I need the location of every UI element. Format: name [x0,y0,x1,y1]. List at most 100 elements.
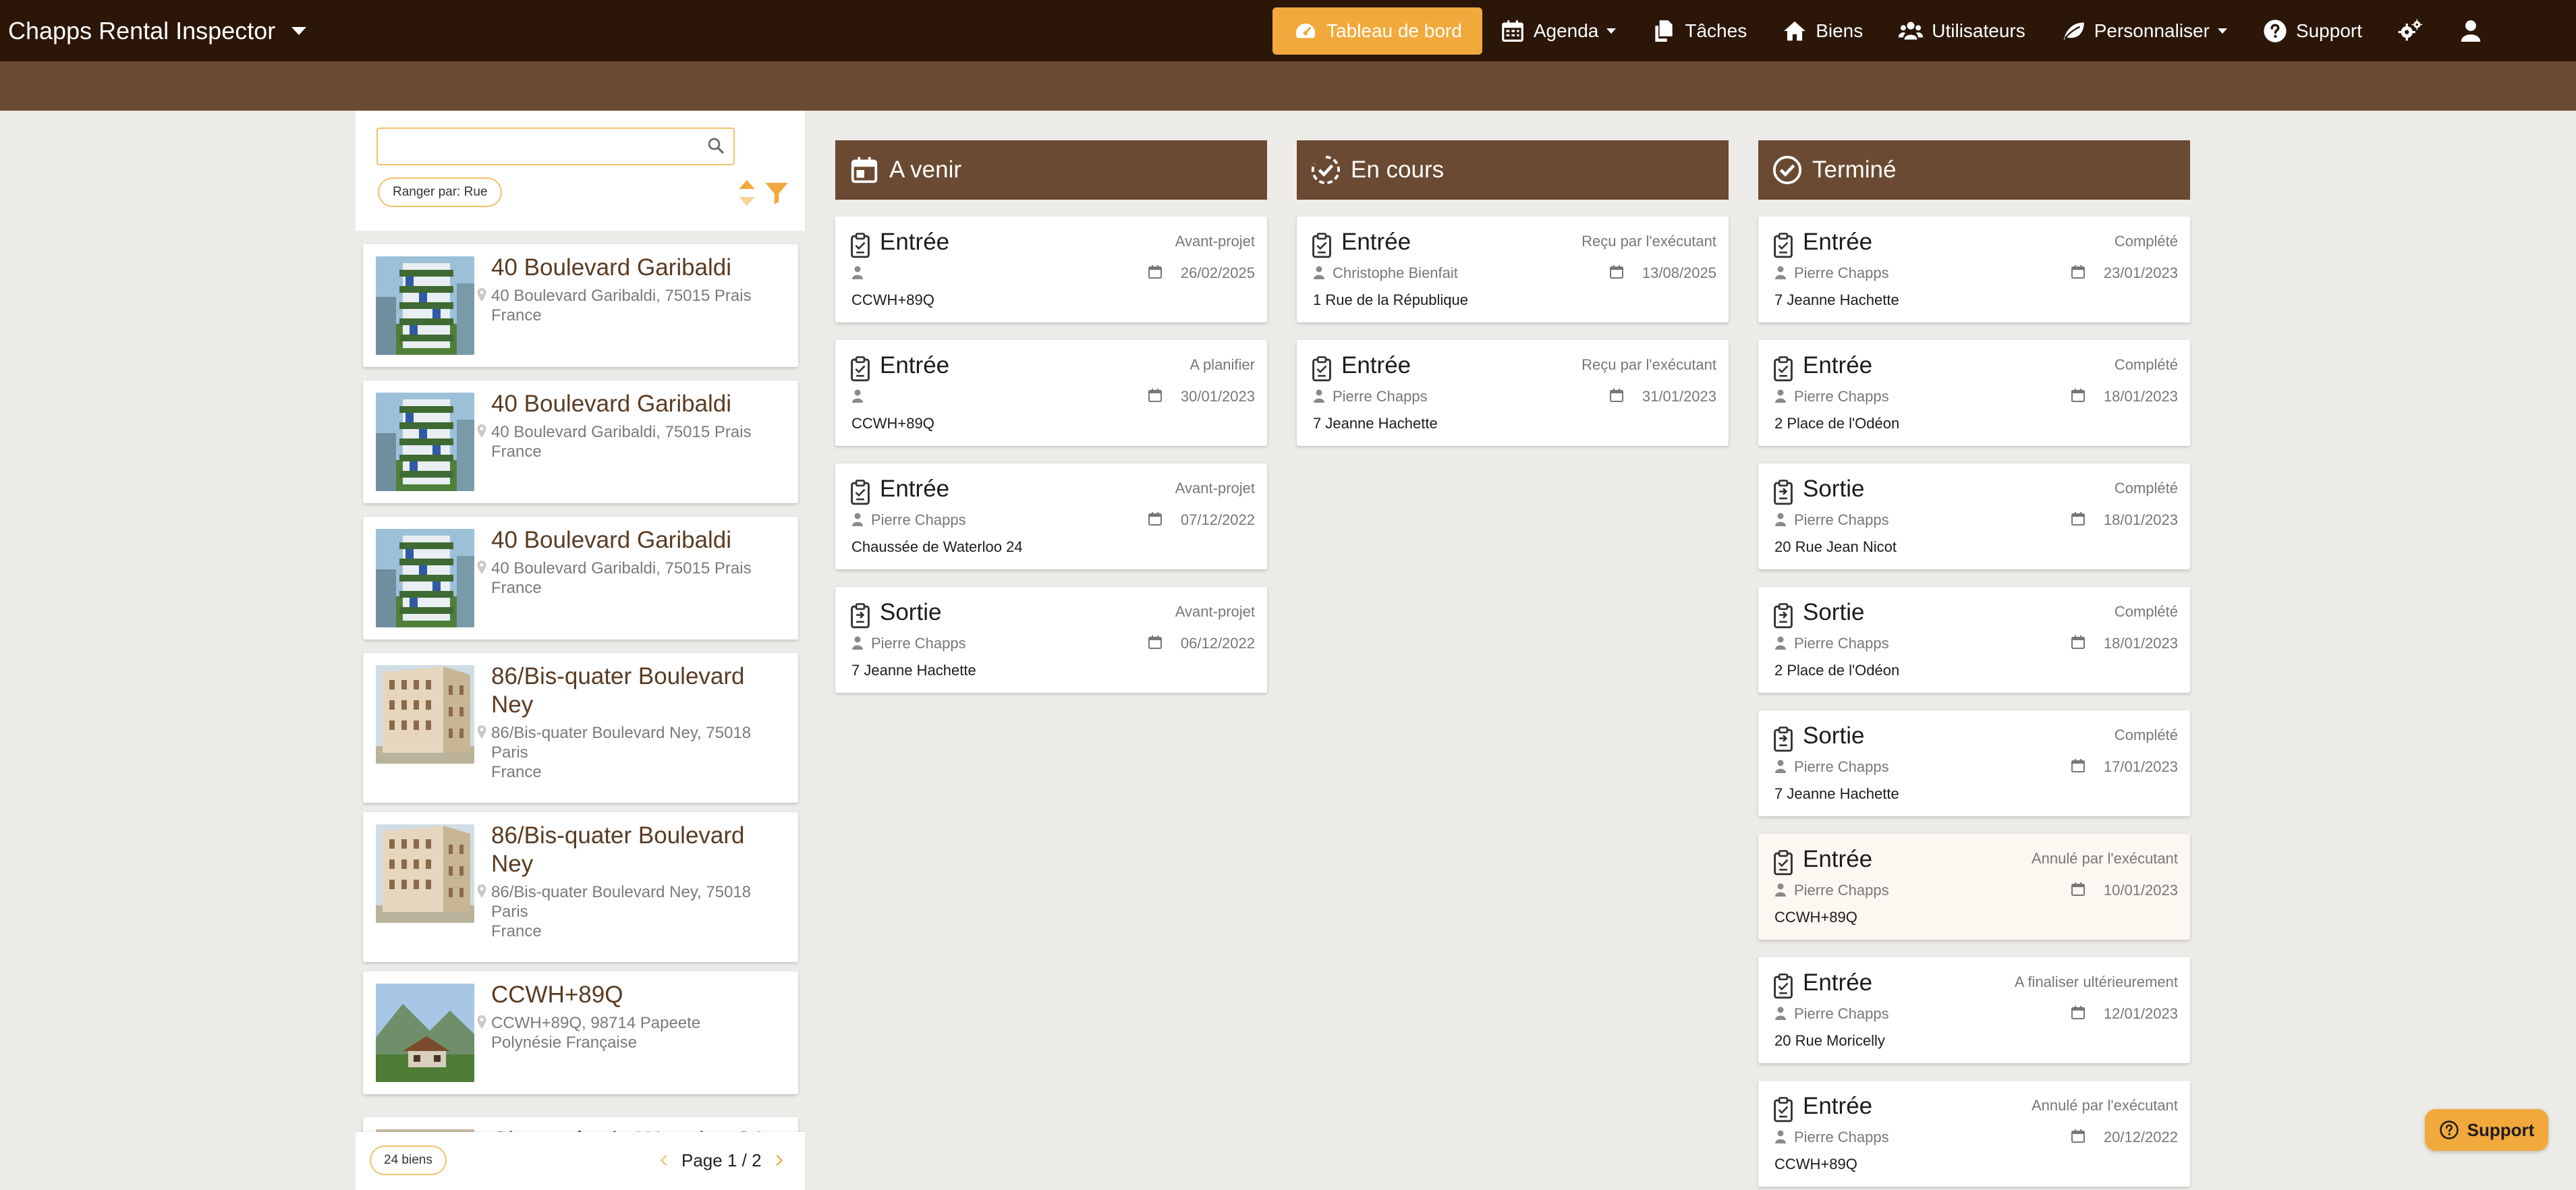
map-pin-icon [477,725,486,739]
nav-item-support[interactable]: Support [2245,7,2380,55]
task-assignee: Pierre Chapps [1794,1129,1889,1145]
task-date: 31/01/2023 [1642,388,1716,405]
task-card[interactable]: Entrée Complété Pierre Chapps 18/01/2023 2 P… [1758,340,2190,446]
task-card[interactable]: Sortie Complété Pierre Chapps 17/01/2023 7 J… [1758,710,2190,816]
task-assignee: Pierre Chapps [1794,388,1889,405]
nav-item-label: Personnaliser [2094,20,2210,41]
task-address: 20 Rue Jean Nicot [1774,538,1897,555]
task-card[interactable]: Sortie Complété Pierre Chapps 18/01/2023 20 … [1758,463,2190,569]
clipboard-check-icon [1774,1097,1793,1123]
user-icon [1775,513,1786,526]
main-nav: Tableau de bord Agenda Tâches Biens Utilisat… [1272,0,2501,61]
nav-item-tableau-de-bord[interactable]: Tableau de bord [1272,7,1482,55]
calendar-check-icon [851,157,878,183]
search-input[interactable] [376,128,735,165]
nav-item-tâches[interactable]: Tâches [1633,7,1764,55]
task-type: Sortie [1803,599,1865,625]
task-date: 18/01/2023 [2103,511,2178,528]
task-card[interactable]: Entrée Complété Pierre Chapps 23/01/2023 7 J… [1758,217,2190,322]
user-icon [1775,883,1786,897]
task-status: A planifier [1189,356,1255,373]
user-icon [852,513,863,526]
chevron-right-icon[interactable] [771,1153,786,1168]
task-card[interactable]: Sortie Complété Pierre Chapps 18/01/2023 2 P… [1758,587,2190,693]
user-icon [1775,266,1786,279]
task-card[interactable]: Entrée Avant-projet Pierre Chapps 07/12/202… [835,463,1267,569]
nav-item-utilisateurs[interactable]: Utilisateurs [1880,7,2042,55]
calendar-icon [1148,389,1162,402]
task-address: 7 Jeanne Hachette [1774,291,1899,308]
nav-item-biens[interactable]: Biens [1764,7,1880,55]
map-pin-icon [477,884,486,898]
gears-icon [2398,19,2423,40]
property-count-badge: 24 biens [370,1145,447,1175]
property-thumbnail [376,824,474,923]
property-thumbnail [376,256,474,355]
calendar-icon [2071,1129,2085,1143]
property-title: 86/Bis-quater Boulevard Ney [491,663,745,718]
property-card[interactable]: 40 Boulevard Garibaldi 40 Boulevard Garib… [363,380,798,503]
task-card[interactable]: Entrée A finaliser ultérieurement Pierre C… [1758,957,2190,1063]
property-address-line: Paris [491,743,528,762]
task-card[interactable]: Entrée Avant-projet 26/02/2025 CCWH+89Q [835,217,1267,322]
clipboard-check-icon [851,480,870,505]
property-address: CCWH+89Q, 98714 Papeete Polynésie Françai… [477,1013,781,1052]
task-assignee: Pierre Chapps [1794,758,1889,775]
task-card[interactable]: Entrée Annulé par l'exécutant Pierre Chapp… [1758,1081,2190,1187]
task-card[interactable]: Entrée Annulé par l'exécutant Pierre Chapp… [1758,834,2190,940]
calendar-icon [1148,512,1162,526]
task-card[interactable]: Entrée Reçu par l'exécutant Christophe Bie… [1297,217,1729,322]
property-card[interactable]: 86/Bis-quater Boulevard Ney 86/Bis-quater… [363,653,798,803]
task-type: Sortie [880,599,942,625]
column-header: A venir [835,140,1267,200]
task-type: Entrée [1803,846,1873,872]
column-title: En cours [1351,157,1445,183]
nav-item-personnaliser[interactable]: Personnaliser [2043,7,2245,55]
property-card[interactable]: CCWH+89Q CCWH+89Q, 98714 Papeete Polynésie… [363,971,798,1094]
task-date: 10/01/2023 [2103,882,2178,899]
task-card[interactable]: Sortie Avant-projet Pierre Chapps 06/12/202… [835,587,1267,693]
property-card[interactable]: 40 Boulevard Garibaldi 40 Boulevard Garib… [363,244,798,367]
property-card[interactable]: 40 Boulevard Garibaldi 40 Boulevard Garib… [363,517,798,640]
property-card[interactable]: 86/Bis-quater Boulevard Ney 86/Bis-quater… [363,812,798,962]
task-date: 20/12/2022 [2103,1129,2178,1145]
search-icon[interactable] [706,136,726,156]
task-card[interactable]: Entrée Reçu par l'exécutant Pierre Chapps 3… [1297,340,1729,446]
task-address: 7 Jeanne Hachette [1313,415,1438,432]
chevron-down-icon [2217,28,2227,34]
calendar-icon [2071,759,2085,772]
settings-button[interactable] [2380,7,2440,55]
nav-item-label: Biens [1816,20,1864,41]
task-date: 18/01/2023 [2103,635,2178,652]
column-title: A venir [889,157,961,183]
calendar-icon [1148,265,1162,279]
property-title: 40 Boulevard Garibaldi [491,391,732,417]
support-floating-button[interactable]: Support [2425,1109,2548,1151]
property-address-line: Polynésie Française [491,1033,638,1052]
task-date: 07/12/2022 [1180,511,1255,528]
sort-by-chip[interactable]: Ranger par: Rue [378,177,503,207]
calendar-icon [1501,20,1523,42]
task-status: Complété [2114,356,2178,373]
app-switcher[interactable]: Chapps Rental Inspector [0,17,307,45]
nav-item-agenda[interactable]: Agenda [1482,7,1634,55]
property-address-line: 86/Bis-quater Boulevard Ney, 75018 [491,724,752,742]
task-status: Complété [2114,480,2178,497]
task-status: Avant-projet [1175,603,1255,620]
property-address-line: France [491,306,542,324]
user-icon [852,389,863,403]
profile-button[interactable] [2440,7,2501,55]
calendar-icon [2071,1006,2085,1019]
task-status: Complété [2114,603,2178,620]
task-date: 06/12/2022 [1180,635,1255,652]
map-pin-icon [477,561,486,574]
calendar-icon [1610,389,1623,402]
nav-item-label: Tâches [1685,20,1747,41]
user-icon [1775,1007,1786,1020]
chevron-left-icon[interactable] [657,1153,672,1168]
property-thumbnail [376,665,474,764]
property-address-line: France [491,443,542,461]
task-card[interactable]: Entrée A planifier 30/01/2023 CCWH+89Q [835,340,1267,446]
filter-icon[interactable] [763,179,790,206]
sort-arrows-icon[interactable] [737,178,757,208]
